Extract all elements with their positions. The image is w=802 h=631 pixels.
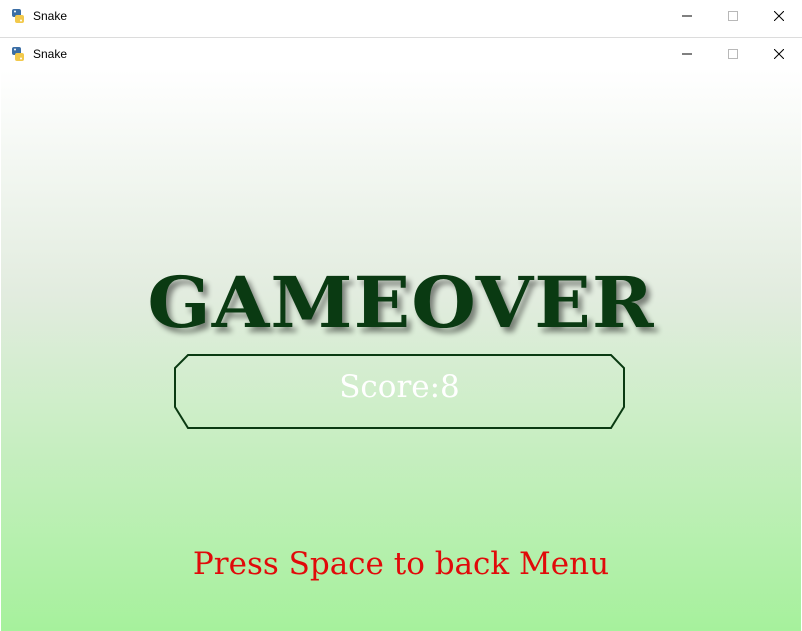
- gameover-title: GAMEOVER: [147, 261, 655, 344]
- game-window: Snake GAMEOVER Score:8 Press Space to ba…: [0, 38, 802, 631]
- window-controls: [664, 0, 802, 32]
- maximize-icon: [728, 49, 738, 59]
- background-window: Snake: [0, 0, 802, 39]
- close-icon: [774, 11, 784, 21]
- maximize-icon: [728, 11, 738, 21]
- score-panel: Score:8: [174, 354, 625, 429]
- game-window-titlebar[interactable]: Snake: [0, 38, 802, 70]
- window-title: Snake: [33, 9, 68, 23]
- window-title: Snake: [33, 47, 68, 61]
- minimize-icon: [682, 49, 692, 59]
- maximize-button[interactable]: [710, 0, 756, 32]
- minimize-icon: [682, 11, 692, 21]
- back-to-menu-prompt: Press Space to back Menu: [192, 546, 610, 582]
- window-controls: [664, 38, 802, 70]
- close-button[interactable]: [756, 0, 802, 32]
- background-window-titlebar[interactable]: Snake: [0, 0, 802, 32]
- close-button[interactable]: [756, 38, 802, 70]
- python-snake-icon: [10, 46, 26, 62]
- python-snake-icon: [10, 8, 26, 24]
- minimize-button[interactable]: [664, 38, 710, 70]
- minimize-button[interactable]: [664, 0, 710, 32]
- game-canvas[interactable]: GAMEOVER Score:8 Press Space to back Men…: [1, 70, 801, 631]
- close-icon: [774, 49, 784, 59]
- score-label: Score:8: [339, 369, 460, 405]
- maximize-button[interactable]: [710, 38, 756, 70]
